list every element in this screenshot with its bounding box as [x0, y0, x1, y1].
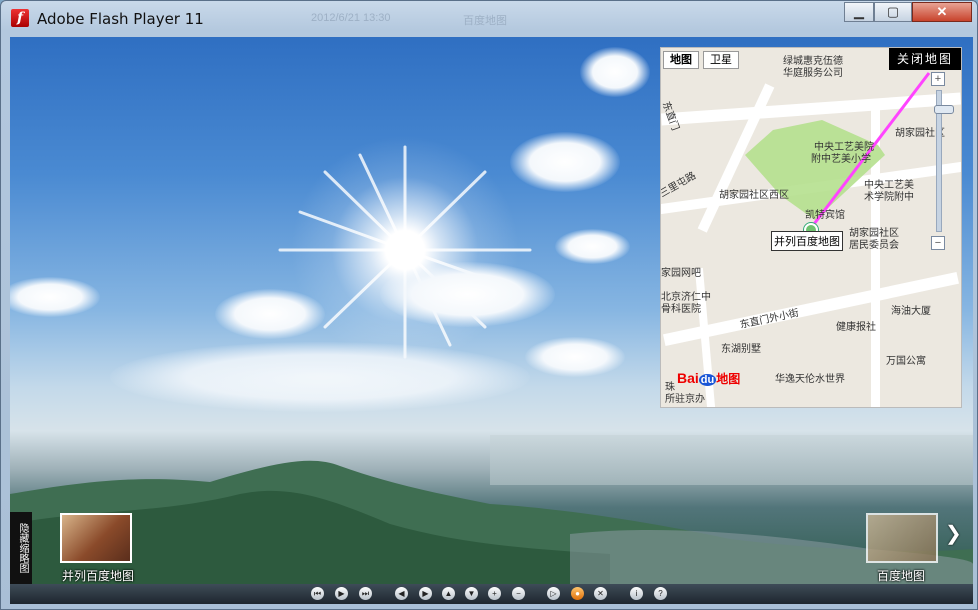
- marker-label: 并列百度地图: [771, 231, 843, 251]
- map-poi[interactable]: 华庭服务公司: [783, 64, 843, 79]
- help-button[interactable]: ?: [654, 587, 667, 600]
- chevron-right-icon: ❯: [945, 523, 962, 545]
- play-button[interactable]: ▶: [335, 587, 348, 600]
- zoom-slider-thumb[interactable]: [934, 105, 954, 114]
- panorama-viewer[interactable]: 地图 卫星 关闭地图 绿城惠克伍德 华庭服务公司 中央工艺美院 附中艺美小学 胡…: [10, 37, 973, 584]
- thumbnail-left-caption: 并列百度地图: [62, 569, 135, 583]
- cloud: [215, 289, 325, 339]
- map-zoom-out-button[interactable]: −: [931, 236, 945, 250]
- map-poi[interactable]: 万国公寓: [886, 352, 926, 367]
- cloud: [510, 132, 620, 192]
- tab-satellite[interactable]: 卫星: [703, 51, 739, 69]
- minimize-button[interactable]: ▁: [844, 2, 874, 22]
- mountain-range: [10, 460, 973, 584]
- arrow-down-icon: ▼: [467, 589, 476, 598]
- maximize-button[interactable]: ▢: [874, 2, 912, 22]
- tab-map[interactable]: 地图: [663, 51, 699, 69]
- arrow-up-icon: ▲: [444, 589, 453, 598]
- maximize-icon: ▢: [886, 4, 900, 19]
- info-icon: i: [635, 589, 638, 598]
- map-poi[interactable]: 凯特宾馆: [805, 206, 845, 221]
- minus-icon: −: [934, 237, 942, 249]
- hide-thumbnails-tab[interactable]: 隐藏缩略图: [10, 512, 32, 584]
- ghost-title-right: 百度地图: [463, 15, 507, 27]
- zoom-control[interactable]: + −: [931, 72, 954, 250]
- baidu-logo: Bai du 地图: [677, 370, 741, 386]
- map-zoom-in-button[interactable]: +: [931, 72, 945, 86]
- map-poi[interactable]: 居民委员会: [849, 236, 899, 251]
- minimize-icon: ▁: [854, 4, 864, 19]
- skip-forward-icon: ⏭: [361, 589, 370, 598]
- title-bar[interactable]: f Adobe Flash Player 11 2012/6/21 13:30 …: [1, 1, 977, 37]
- cloud: [525, 337, 625, 377]
- cloud: [580, 47, 650, 97]
- thumbnail-left[interactable]: [60, 513, 132, 563]
- fullscreen-icon: ✕: [597, 589, 604, 598]
- help-icon: ?: [658, 589, 663, 598]
- cloud: [555, 229, 630, 264]
- ghost-title-left: 2012/6/21 13:30: [311, 12, 391, 24]
- pan-down-button[interactable]: ▼: [465, 587, 478, 600]
- close-map-button[interactable]: 关闭地图: [889, 48, 961, 70]
- autoplay-icon: ▷: [550, 589, 557, 598]
- pan-right-button[interactable]: ▶: [419, 587, 432, 600]
- map-poi[interactable]: 术学院附中: [864, 188, 914, 203]
- zoom-slider-track[interactable]: [934, 90, 954, 232]
- autoplay-button[interactable]: ▷: [547, 587, 560, 600]
- info-button[interactable]: i: [630, 587, 643, 600]
- zoom-in-button[interactable]: +: [488, 587, 501, 600]
- map-poi: 所驻京办: [665, 394, 705, 405]
- map-poi[interactable]: 华逸天伦水世界: [775, 370, 845, 385]
- thumbnail-right-caption: 百度地图: [877, 569, 926, 583]
- map-poi[interactable]: 东湖别墅: [721, 340, 761, 355]
- skip-forward-button[interactable]: ⏭: [359, 587, 372, 600]
- map-poi[interactable]: 健康报社: [836, 318, 876, 333]
- map-poi[interactable]: 海油大厦: [891, 302, 931, 317]
- map-poi[interactable]: 家园网吧: [661, 264, 701, 279]
- zoom-out-icon: −: [516, 589, 521, 598]
- skip-back-icon: ⏮: [313, 589, 322, 598]
- arrow-right-icon: ▶: [422, 589, 429, 598]
- player-control-bar: ⏮ ▶ ⏭ ◀ ▶ ▲ ▼ + − ▷ ● ✕ i ?: [10, 584, 973, 604]
- cloud-band: [110, 342, 530, 412]
- cloud: [380, 262, 555, 327]
- fullscreen-button[interactable]: ✕: [594, 587, 607, 600]
- record-icon: ●: [575, 589, 580, 598]
- close-button[interactable]: ✕: [912, 2, 972, 22]
- map-poi[interactable]: 附中艺美小学: [811, 150, 871, 165]
- thumbnail-right[interactable]: [866, 513, 938, 563]
- close-icon: ✕: [936, 4, 948, 19]
- map-poi[interactable]: 胡家园社区西区: [719, 186, 789, 201]
- next-scene-button[interactable]: ❯: [945, 521, 962, 546]
- play-icon: ▶: [338, 589, 345, 598]
- map-poi[interactable]: 骨科医院: [661, 300, 701, 315]
- flash-player-window: f Adobe Flash Player 11 2012/6/21 13:30 …: [0, 0, 978, 610]
- zoom-out-button[interactable]: −: [512, 587, 525, 600]
- baidu-map-panel[interactable]: 地图 卫星 关闭地图 绿城惠克伍德 华庭服务公司 中央工艺美院 附中艺美小学 胡…: [660, 47, 962, 408]
- flash-app-icon: f: [11, 9, 29, 27]
- pan-left-button[interactable]: ◀: [395, 587, 408, 600]
- zoom-in-icon: +: [492, 589, 497, 598]
- pan-up-button[interactable]: ▲: [442, 587, 455, 600]
- plus-icon: +: [934, 73, 942, 85]
- skip-back-button[interactable]: ⏮: [311, 587, 324, 600]
- window-title: Adobe Flash Player 11: [37, 10, 204, 28]
- arrow-left-icon: ◀: [398, 589, 405, 598]
- record-button[interactable]: ●: [571, 587, 584, 600]
